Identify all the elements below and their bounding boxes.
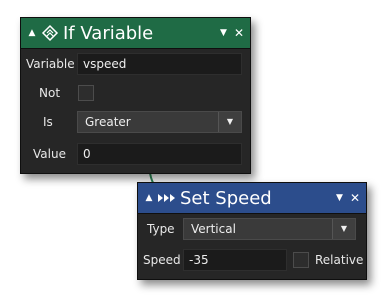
- if-variable-node[interactable]: ▲ If Variable ▼ ✕ Variable vspeed Not Is…: [20, 17, 251, 174]
- variable-input[interactable]: vspeed: [77, 53, 242, 75]
- close-icon[interactable]: ✕: [234, 26, 244, 40]
- menu-dropdown-icon[interactable]: ▼: [220, 28, 227, 38]
- if-variable-title: If Variable: [63, 22, 154, 44]
- close-icon[interactable]: ✕: [350, 191, 360, 205]
- if-variable-header[interactable]: ▲ If Variable ▼ ✕: [21, 18, 250, 49]
- value-input[interactable]: 0: [77, 143, 242, 165]
- collapse-triangle-icon[interactable]: ▲: [142, 193, 156, 203]
- set-speed-header[interactable]: ▲ Set Speed ▼ ✕: [138, 183, 366, 214]
- set-speed-node[interactable]: ▲ Set Speed ▼ ✕ Type Vertical ▼ Speed -3…: [137, 182, 367, 280]
- type-dropdown-value: Vertical: [191, 222, 236, 236]
- chevron-down-icon[interactable]: ▼: [332, 219, 355, 239]
- is-label: Is: [43, 115, 53, 129]
- type-label: Type: [147, 222, 175, 236]
- menu-dropdown-icon[interactable]: ▼: [336, 193, 343, 203]
- type-dropdown[interactable]: Vertical ▼: [183, 218, 356, 240]
- value-label: Value: [33, 147, 66, 161]
- collapse-triangle-icon[interactable]: ▲: [25, 28, 39, 38]
- variable-label: Variable: [26, 57, 75, 71]
- not-checkbox[interactable]: [78, 85, 94, 101]
- set-speed-title: Set Speed: [180, 187, 272, 209]
- chevron-down-icon[interactable]: ▼: [218, 112, 241, 132]
- speed-input[interactable]: -35: [183, 249, 287, 271]
- speed-label: Speed: [143, 253, 181, 267]
- is-dropdown-value: Greater: [85, 115, 131, 129]
- not-label: Not: [39, 86, 61, 100]
- variable-if-icon: [39, 24, 61, 42]
- relative-checkbox[interactable]: [293, 252, 309, 268]
- speed-arrows-icon: [156, 192, 178, 204]
- is-dropdown[interactable]: Greater ▼: [77, 111, 242, 133]
- relative-label: Relative: [315, 253, 364, 267]
